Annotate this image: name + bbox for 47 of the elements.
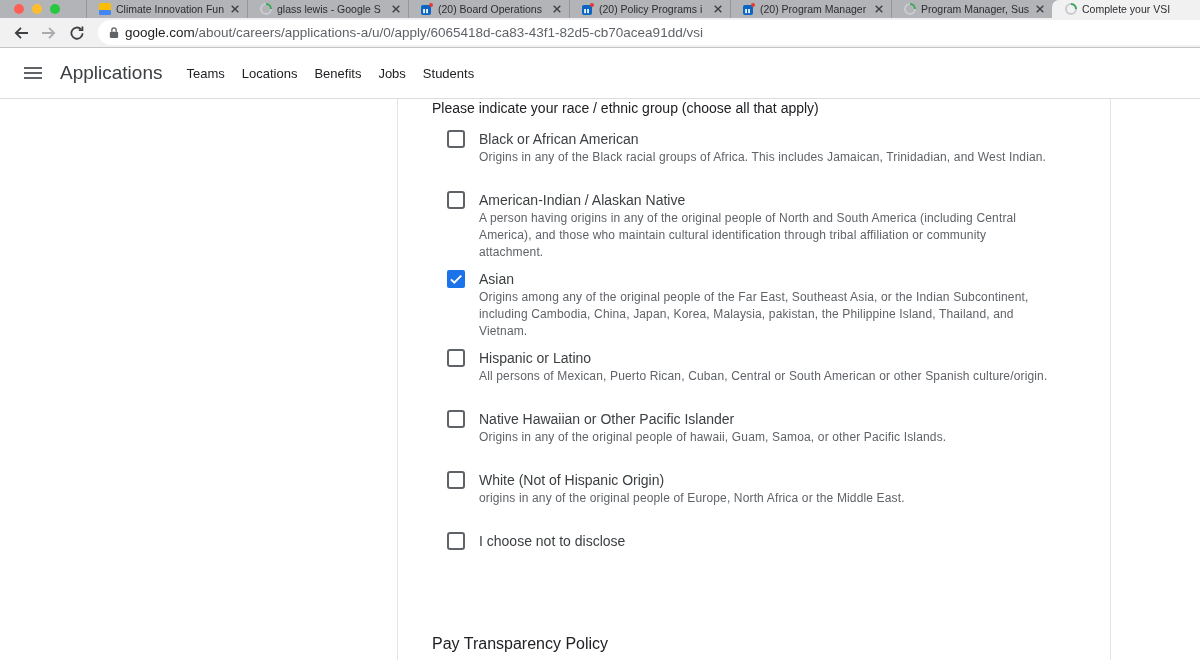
option-description: Origins in any of the original people of hawaii, Guam, Samoa, or other Pacific Islands. xyxy=(479,429,948,446)
option-description: origins in any of the original people of Europe, North Africa or the Middle East. xyxy=(479,490,906,507)
ring-icon xyxy=(1065,3,1077,15)
option-description: Origins in any of the Black racial groups of Africa. This includes Jamaican, Trinidadian, and West Indian. xyxy=(479,149,1048,166)
checkbox[interactable] xyxy=(447,410,465,428)
checkbox[interactable] xyxy=(447,471,465,489)
close-icon[interactable] xyxy=(231,5,239,13)
close-icon[interactable] xyxy=(714,5,722,13)
nav-link[interactable]: Students xyxy=(422,65,475,81)
tile-badge-icon xyxy=(421,3,433,15)
menu-icon[interactable] xyxy=(24,67,42,79)
close-icon[interactable] xyxy=(553,5,561,13)
option-label: American-Indian / Alaskan Native xyxy=(479,191,687,210)
back-arrow-icon[interactable] xyxy=(14,26,28,39)
section-heading: Pay Transparency Policy xyxy=(432,634,610,654)
close-icon[interactable] xyxy=(392,5,400,13)
close-icon[interactable] xyxy=(1036,5,1044,13)
option-label: Native Hawaiian or Other Pacific Islander xyxy=(479,410,736,429)
page-title: Applications xyxy=(60,62,163,84)
ring-icon xyxy=(904,3,916,15)
option-label: Asian xyxy=(479,270,516,289)
reload-icon[interactable] xyxy=(70,25,84,40)
ring-icon xyxy=(260,3,272,15)
checkbox[interactable] xyxy=(447,130,465,148)
nav-link[interactable]: Jobs xyxy=(378,65,406,81)
nav-link[interactable]: Teams xyxy=(186,65,225,81)
checkbox[interactable] xyxy=(447,532,465,550)
checkbox[interactable] xyxy=(447,270,465,288)
nav-link[interactable]: Locations xyxy=(241,65,298,81)
checkbox[interactable] xyxy=(447,349,465,367)
nav-link[interactable]: Benefits xyxy=(314,65,362,81)
browser-tab[interactable]: Complete your VSI xyxy=(1052,0,1200,18)
close-icon[interactable] xyxy=(875,5,883,13)
option-label: Hispanic or Latino xyxy=(479,349,593,368)
tile-badge-icon xyxy=(743,3,755,15)
address-bar[interactable]: google.com/about/careers/applications-a/u/0/apply/6065418d-ca83-43f1-82d5-cb70acea91dd/vsi xyxy=(98,20,1200,45)
option-description: Origins among any of the original people of the Far East, Southeast Asia, or the Indian Subcontinent, including Cambodia, China, Japan, Korea, Malaysia, pakistan, the Philippine Island, Thailand, and Vietnam. xyxy=(479,289,1030,340)
option-label: White (Not of Hispanic Origin) xyxy=(479,471,666,490)
tile-badge-icon xyxy=(582,3,594,15)
question-text: Please indicate your race / ethnic group (choose all that apply) xyxy=(432,100,820,116)
checkbox[interactable] xyxy=(447,191,465,209)
lock-icon xyxy=(109,27,119,38)
option-description: A person having origins in any of the original people of North and South America (including Central America), and those who maintain cultural identification through tribal affiliation or community attachment. xyxy=(479,210,1018,261)
option-label: I choose not to disclose xyxy=(479,532,626,551)
option-description: All persons of Mexican, Puerto Rican, Cuban, Central or South American or other Spanish culture/origin. xyxy=(479,368,1049,385)
tile-icon xyxy=(99,3,111,15)
option-label: Black or African American xyxy=(479,130,640,149)
